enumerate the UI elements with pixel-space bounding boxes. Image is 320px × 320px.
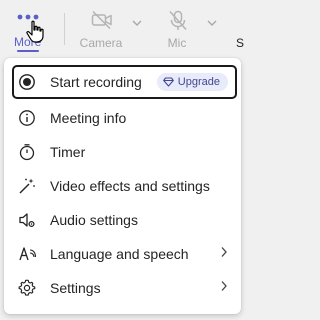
chevron-right-icon <box>221 281 227 291</box>
camera-button[interactable]: Camera <box>79 6 123 50</box>
language-icon <box>12 244 46 264</box>
toolbar-divider <box>64 13 65 45</box>
mic-label: Mic <box>167 36 187 50</box>
menu-item-label: Language and speech <box>50 246 189 262</box>
menu-item-video-effects[interactable]: Video effects and settings <box>12 169 239 203</box>
camera-label: Camera <box>79 36 123 50</box>
more-actions-menu: Start recording Upgrade Meeting info Tim… <box>4 58 241 314</box>
camera-off-icon <box>91 10 112 30</box>
camera-options-chevron-icon[interactable] <box>132 19 142 27</box>
hand-cursor-icon <box>26 20 44 43</box>
menu-item-label: Timer <box>50 144 86 160</box>
menu-item-label: Video effects and settings <box>50 178 210 194</box>
chevron-right-icon <box>221 247 227 257</box>
record-icon <box>14 72 46 92</box>
mic-button[interactable]: Mic <box>155 6 199 50</box>
menu-item-language-and-speech[interactable]: Language and speech <box>12 237 239 271</box>
mic-options-chevron-icon[interactable] <box>207 19 217 27</box>
menu-item-label: Settings <box>50 280 101 296</box>
menu-item-label: Audio settings <box>50 212 138 228</box>
info-icon <box>12 108 46 128</box>
video-effects-icon <box>12 176 46 196</box>
upgrade-badge-label: Upgrade <box>177 76 220 88</box>
menu-item-audio-settings[interactable]: Audio settings <box>12 203 239 237</box>
share-label-partial[interactable]: S <box>236 36 244 50</box>
active-indicator <box>17 50 39 52</box>
mic-off-icon <box>169 10 187 30</box>
speaker-settings-icon <box>12 210 46 230</box>
menu-item-label: Meeting info <box>50 110 127 126</box>
diamond-icon <box>162 77 174 87</box>
timer-icon <box>12 142 46 162</box>
gear-icon <box>12 278 46 298</box>
meeting-toolbar: More Camera Mic S <box>0 0 244 56</box>
upgrade-badge[interactable]: Upgrade <box>156 73 228 91</box>
menu-item-meeting-info[interactable]: Meeting info <box>12 101 239 135</box>
menu-item-start-recording[interactable]: Start recording Upgrade <box>12 65 237 99</box>
menu-item-label: Start recording <box>50 74 142 90</box>
menu-item-timer[interactable]: Timer <box>12 135 239 169</box>
menu-item-settings[interactable]: Settings <box>12 271 239 305</box>
